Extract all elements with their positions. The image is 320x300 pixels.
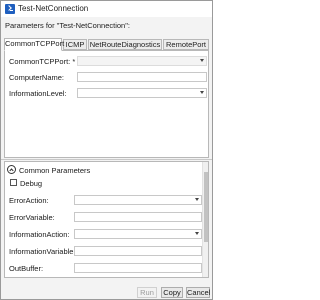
title-bar: Test-NetConnection [1, 1, 212, 17]
chevron-down-icon [200, 59, 204, 62]
commontcpport-panel: CommonTCPPort: * ComputerName: Informati… [4, 50, 209, 158]
information-action-label: InformationAction: [9, 230, 70, 239]
parameters-header: Parameters for "Test-NetConnection": [5, 21, 130, 30]
common-parameters-title: Common Parameters [19, 166, 91, 175]
tab-remoteport[interactable]: RemotePort [163, 39, 209, 50]
chevron-down-icon [200, 91, 204, 94]
computer-name-label: ComputerName: [9, 73, 65, 82]
computer-name-input[interactable] [77, 72, 207, 82]
debug-checkbox[interactable] [10, 179, 17, 186]
tab-icmp[interactable]: ICMP [63, 39, 87, 50]
collapse-icon[interactable] [7, 165, 16, 174]
chevron-down-icon [195, 232, 199, 235]
common-parameters-scrollbar[interactable] [202, 162, 208, 277]
cancel-button[interactable]: Cancel [186, 287, 210, 298]
chevron-down-icon [195, 198, 199, 201]
tab-netroutediagnostics[interactable]: NetRouteDiagnostics [88, 39, 162, 50]
scrollbar-thumb[interactable] [204, 172, 208, 242]
run-button[interactable]: Run [137, 287, 157, 298]
common-tcp-port-combobox[interactable] [77, 56, 207, 66]
common-tcp-port-label: CommonTCPPort: * [9, 57, 76, 66]
powershell-icon [5, 4, 15, 14]
out-buffer-label: OutBuffer: [9, 264, 44, 273]
information-variable-label: InformationVariable: [9, 247, 76, 256]
panel-splitter[interactable] [1, 159, 212, 160]
error-action-combobox[interactable] [74, 195, 202, 205]
error-action-label: ErrorAction: [9, 196, 49, 205]
information-action-combobox[interactable] [74, 229, 202, 239]
common-parameters-panel: Common Parameters Debug ErrorAction: Err… [4, 161, 209, 278]
information-level-label: InformationLevel: [9, 89, 67, 98]
tab-commontcpport[interactable]: CommonTCPPort [4, 38, 64, 51]
debug-label: Debug [20, 179, 43, 188]
test-netconnection-window: Test-NetConnection Parameters for "Test-… [0, 0, 213, 300]
copy-button[interactable]: Copy [161, 287, 183, 298]
window-title: Test-NetConnection [18, 4, 89, 13]
error-variable-label: ErrorVariable: [9, 213, 55, 222]
error-variable-input[interactable] [74, 212, 202, 222]
information-level-combobox[interactable] [77, 88, 207, 98]
out-buffer-input[interactable] [74, 263, 202, 273]
information-variable-input[interactable] [74, 246, 202, 256]
